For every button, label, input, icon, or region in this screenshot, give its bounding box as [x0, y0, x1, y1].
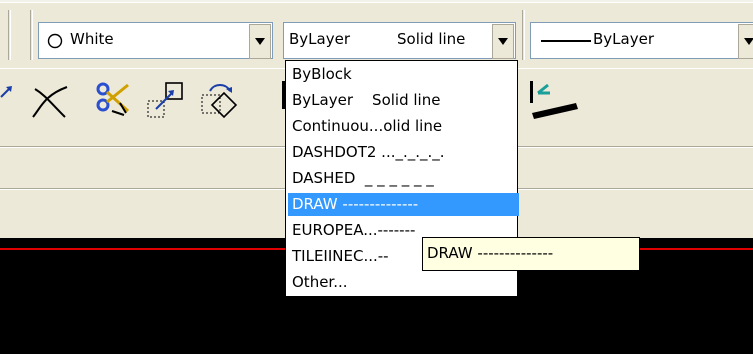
tooltip: DRAW --------------	[422, 237, 640, 271]
linetype-option[interactable]: Other...	[288, 271, 519, 294]
toolbar-separator	[8, 10, 11, 60]
line-sample-icon	[541, 40, 591, 42]
color-combo[interactable]: White	[38, 22, 273, 59]
linetype-option[interactable]: Continuou...olid line	[288, 115, 519, 138]
stretch-icon[interactable]	[146, 81, 186, 119]
match-properties-icon[interactable]	[528, 79, 580, 121]
lineweight-combo[interactable]: ByLayer	[530, 22, 753, 59]
toolbar-top-edge	[0, 0, 753, 3]
linetype-option[interactable]: ByLayer Solid line	[288, 89, 519, 112]
color-combo-dropdown-button[interactable]	[249, 24, 271, 59]
linetype-combo-name: ByLayer	[289, 30, 350, 48]
arrow-icon[interactable]	[0, 85, 14, 101]
toolbar-grip[interactable]	[30, 10, 33, 60]
linetype-combo-dropdown-button[interactable]	[492, 24, 514, 59]
trim-icon[interactable]	[31, 85, 69, 119]
linetype-option[interactable]: DASHDOT2 ..._._._._.	[288, 141, 519, 164]
chevron-down-icon	[255, 38, 265, 45]
break-icon[interactable]	[94, 81, 132, 117]
linetype-combo-desc: Solid line	[397, 30, 466, 48]
circle-outline-icon	[47, 33, 63, 49]
properties-toolbar: White ByLayer Solid line ByLayer	[0, 0, 753, 68]
color-combo-value: White	[70, 30, 114, 48]
linetype-option[interactable]: ByBlock	[288, 63, 519, 86]
linetype-option-selected[interactable]: DRAW --------------	[288, 193, 519, 216]
lineweight-combo-dropdown-button[interactable]	[738, 24, 753, 59]
chevron-down-icon	[744, 38, 753, 45]
toolbar-separator	[522, 10, 525, 60]
rotate-icon[interactable]	[200, 81, 240, 119]
linetype-combo[interactable]: ByLayer Solid line	[283, 22, 516, 59]
linetype-option[interactable]: DASHED _ _ _ _ _ _	[288, 167, 519, 190]
chevron-down-icon	[498, 38, 508, 45]
lineweight-combo-value: ByLayer	[593, 30, 654, 48]
